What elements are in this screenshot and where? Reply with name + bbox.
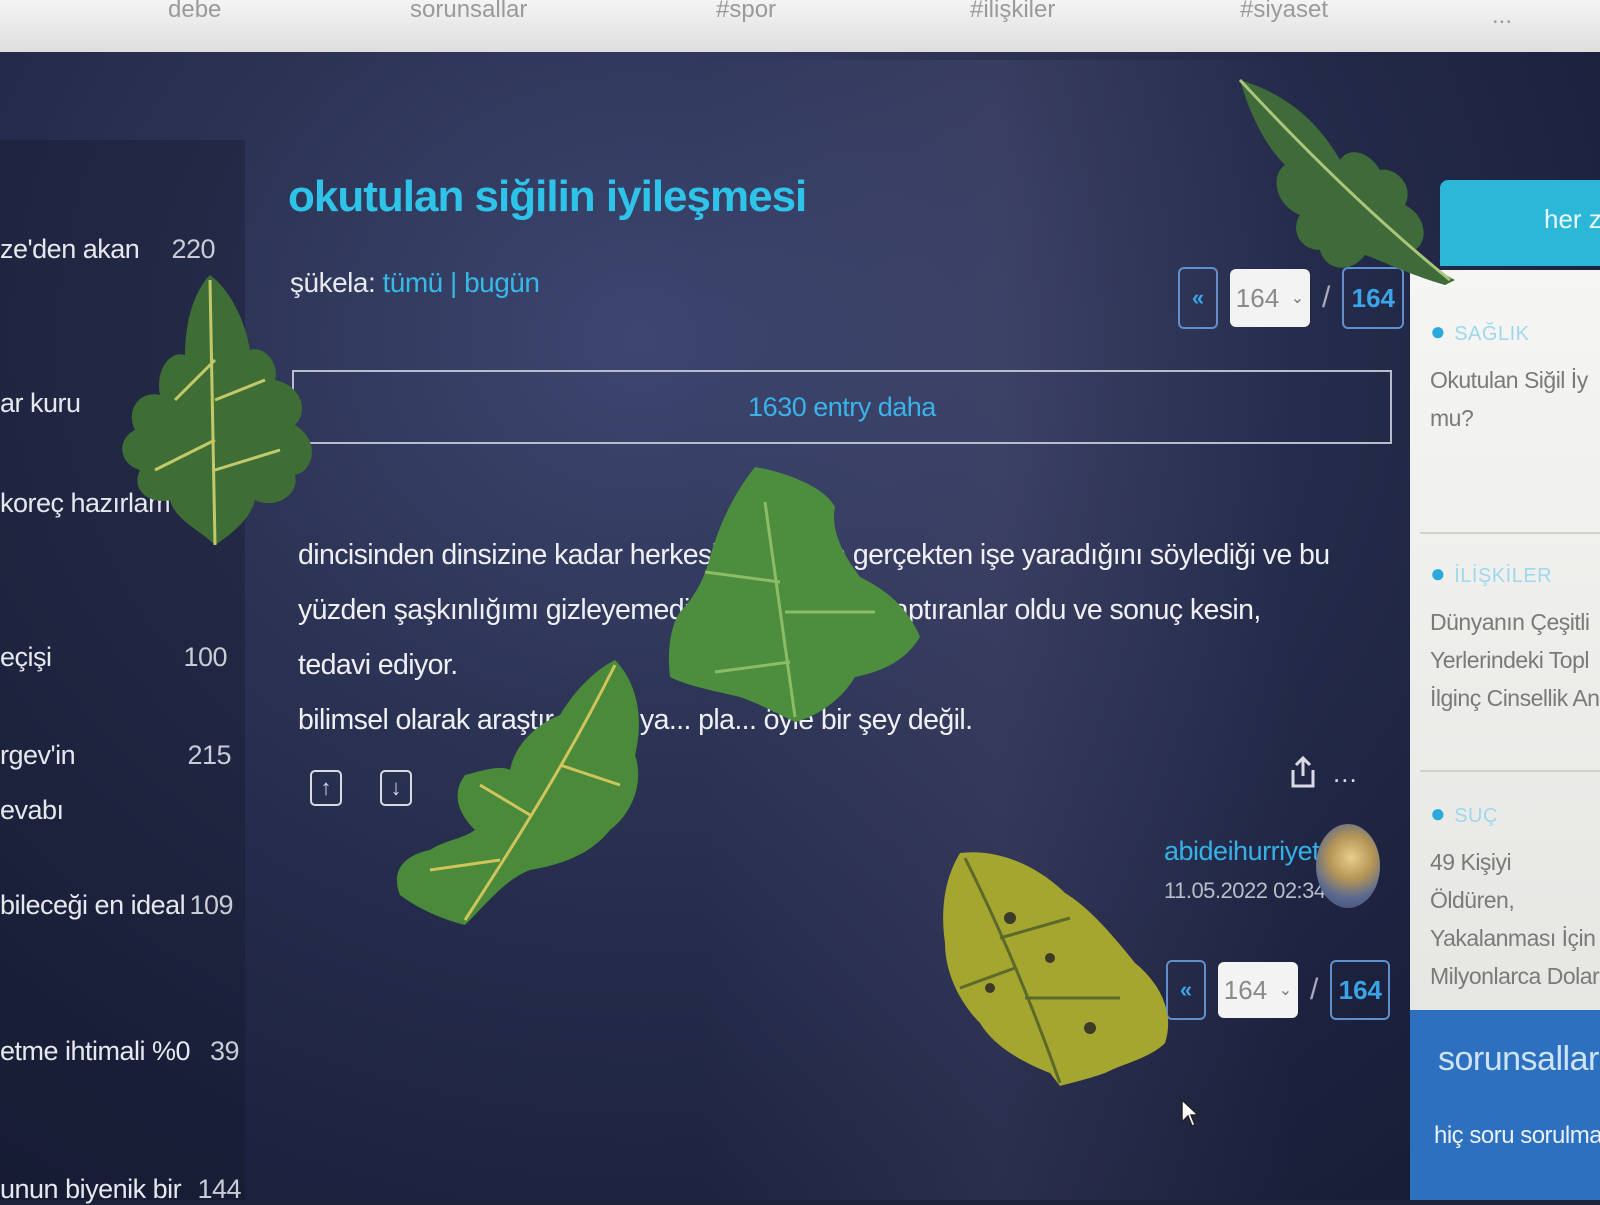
sidebar-item-count: 220	[171, 234, 215, 264]
filter-separator: |	[450, 267, 457, 298]
pager-last-button[interactable]: 164	[1330, 960, 1391, 1020]
news-card-text: Okutulan Siğil İy mu?	[1430, 367, 1588, 431]
sidebar-item-title: etme ihtimali %0	[0, 1036, 191, 1066]
news-card[interactable]: ● İLİŞKİLER Dünyanın Çeşitli Yerlerindeki…	[1430, 558, 1600, 723]
nav-debe[interactable]: debe	[168, 0, 221, 24]
category-label: İLİŞKİLER	[1454, 565, 1553, 587]
pager-bottom: « 164 ⌄ / 164	[1166, 960, 1391, 1020]
news-card-category: ● SAĞLIK	[1430, 316, 1600, 347]
entry-date[interactable]: 11.05.2022 02:34	[1164, 878, 1326, 904]
sidebar-item-title: evabı	[0, 795, 64, 825]
category-label: SUÇ	[1454, 805, 1498, 827]
sidebar-item-count: 109	[189, 890, 233, 920]
filter-all-link[interactable]: tümü	[383, 267, 444, 298]
sorunsallar-panel[interactable]: sorunsallar hiç soru sorulmam	[1410, 1010, 1600, 1200]
nav-more[interactable]: ...	[1492, 2, 1512, 30]
leaf-image	[943, 852, 1169, 1086]
top-nav-bar: debe sorunsallar #spor #ilişkiler #siyas…	[0, 0, 1600, 52]
divider	[1420, 770, 1600, 772]
news-card[interactable]: ● SAĞLIK Okutulan Siğil İy mu?	[1430, 316, 1600, 441]
drop-icon: ●	[1430, 558, 1447, 588]
sidebar-item-count: 100	[183, 642, 227, 672]
divider	[1420, 532, 1600, 534]
leaf-image	[1238, 78, 1455, 285]
nav-iliskiler[interactable]: #ilişkiler	[970, 0, 1055, 24]
pager-slash: /	[1310, 973, 1319, 1006]
news-card[interactable]: ● SUÇ 49 Kişiyi Öldüren, Yakalanması İçin…	[1430, 798, 1600, 1003]
sidebar-item-count: 215	[187, 740, 231, 770]
news-card-text: 49 Kişiyi Öldüren, Yakalanması İçin Mily…	[1430, 849, 1600, 1003]
sidebar-item-title: rgev'in	[0, 740, 76, 770]
drop-icon: ●	[1430, 316, 1447, 346]
news-card-category: ● İLİŞKİLER	[1430, 558, 1600, 589]
sidebar-item-count: 144	[197, 1174, 241, 1204]
sidebar-item-title: eçişi	[0, 642, 52, 672]
sidebar-item-title: ze'den akan	[0, 234, 140, 264]
topic-title[interactable]: okutulan siğilin iyileşmesi	[288, 172, 807, 222]
share-icon[interactable]	[1290, 755, 1316, 795]
nav-siyaset[interactable]: #siyaset	[1240, 0, 1328, 24]
sidebar-item-title: ar kuru	[0, 388, 81, 418]
page-select[interactable]: 164 ⌄	[1218, 962, 1298, 1018]
pager-prev-button[interactable]: «	[1178, 267, 1218, 329]
more-entries-button[interactable]: 1630 entry daha	[292, 370, 1392, 444]
page-select-value: 164	[1223, 974, 1268, 1005]
entry-more-button[interactable]: ...	[1333, 758, 1358, 789]
category-label: SAĞLIK	[1454, 323, 1530, 345]
sidebar-item-count: 39	[209, 1036, 240, 1066]
sorunsallar-title: sorunsallar	[1438, 1040, 1599, 1078]
arrow-up-icon[interactable]: ↑	[310, 770, 342, 806]
sukela-filter: şükela: tümü | bugün	[290, 267, 540, 299]
leaf-image	[122, 275, 312, 546]
mouse-cursor-icon	[1181, 1098, 1200, 1127]
leaf-image	[396, 660, 639, 925]
chevron-down-icon: ⌄	[1278, 982, 1293, 999]
nav-spor[interactable]: #spor	[716, 0, 776, 24]
right-panel-header[interactable]: her za	[1440, 180, 1600, 266]
news-card-category: ● SUÇ	[1430, 798, 1600, 829]
nav-sorunsallar[interactable]: sorunsallar	[410, 0, 527, 24]
sidebar-item-title: unun biyenik bir	[0, 1174, 182, 1204]
entry-author[interactable]: abideihurriyet	[1164, 836, 1320, 867]
leaf-image	[668, 467, 920, 722]
news-card-text: Dünyanın Çeşitli Yerlerindeki Topl İlgin…	[1430, 609, 1600, 711]
right-panel-header-label: her za	[1544, 204, 1600, 234]
filter-today-link[interactable]: bugün	[464, 267, 540, 298]
avatar[interactable]	[1316, 824, 1380, 908]
sorunsallar-subtitle: hiç soru sorulmam	[1434, 1122, 1600, 1149]
sidebar-item-title: bileceği en ideal	[0, 890, 186, 920]
chevron-down-icon: ⌄	[1290, 290, 1305, 307]
drop-icon: ●	[1430, 798, 1447, 828]
